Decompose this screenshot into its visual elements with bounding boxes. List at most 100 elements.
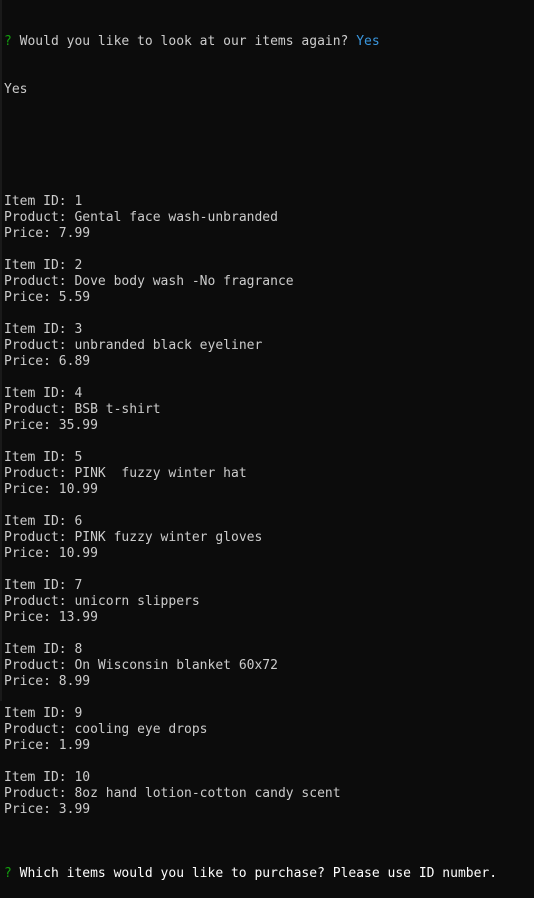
item-product-line: Product: unbranded black eyeliner bbox=[4, 338, 534, 354]
item-product-line-value: Dove body wash -No fragrance bbox=[74, 274, 294, 289]
answer-text: Yes bbox=[356, 34, 380, 49]
item-price-line: Price: 7.99 bbox=[4, 226, 534, 242]
item-id-line-value: 7 bbox=[74, 578, 83, 593]
item-price-line-label: Price: bbox=[4, 226, 59, 241]
item-price-line-value: 6.89 bbox=[58, 354, 91, 369]
item-id-line-value: 3 bbox=[74, 322, 83, 337]
item-id-line-value: 9 bbox=[74, 706, 83, 721]
item-block: Item ID: 10 Product: 8oz hand lotion-cott… bbox=[4, 770, 534, 818]
item-product-line-value: BSB t-shirt bbox=[74, 402, 161, 417]
item-price-line-label: Price: bbox=[4, 674, 59, 689]
item-product-line-label: Product: bbox=[4, 402, 75, 417]
item-list: Item ID: 1 Product: Gental face wash-unbr… bbox=[4, 194, 534, 818]
item-id-line-label: Item ID: bbox=[4, 258, 75, 273]
item-price-line-label: Price: bbox=[4, 354, 59, 369]
item-block: Item ID: 4 Product: BSB t-shirt Price: 35.… bbox=[4, 386, 534, 450]
item-product-line: Product: 8oz hand lotion-cotton candy sc… bbox=[4, 786, 534, 802]
item-id-line-value: 10 bbox=[74, 770, 91, 785]
item-id-line-label: Item ID: bbox=[4, 322, 75, 337]
item-id-line-label: Item ID: bbox=[4, 578, 75, 593]
prompt-question-icon: ? bbox=[4, 34, 12, 49]
question-line-purchase[interactable]: ? Which items would you like to purchase… bbox=[4, 866, 534, 882]
item-product-line: Product: Gental face wash-unbranded bbox=[4, 210, 534, 226]
item-price-line-label: Price: bbox=[4, 418, 59, 433]
item-price-line-label: Price: bbox=[4, 802, 59, 817]
item-price-line-label: Price: bbox=[4, 482, 59, 497]
item-product-line: Product: unicorn slippers bbox=[4, 594, 534, 610]
item-product-line-value: On Wisconsin blanket 60x72 bbox=[74, 658, 278, 673]
item-id-line-label: Item ID: bbox=[4, 194, 75, 209]
item-price-line-label: Price: bbox=[4, 546, 59, 561]
item-price-line: Price: 10.99 bbox=[4, 482, 534, 498]
item-product-line: Product: cooling eye drops bbox=[4, 722, 534, 738]
item-block: Item ID: 8 Product: On Wisconsin blanket … bbox=[4, 642, 534, 706]
item-id-line-label: Item ID: bbox=[4, 706, 75, 721]
item-price-line: Price: 6.89 bbox=[4, 354, 534, 370]
item-price-line: Price: 35.99 bbox=[4, 418, 534, 434]
item-price-line-value: 10.99 bbox=[58, 546, 98, 561]
item-product-line: Product: On Wisconsin blanket 60x72 bbox=[4, 658, 534, 674]
item-product-line-label: Product: bbox=[4, 274, 75, 289]
item-product-line-label: Product: bbox=[4, 530, 75, 545]
item-block: Item ID: 7 Product: unicorn slippers Price… bbox=[4, 578, 534, 642]
echo-line: Yes bbox=[4, 82, 28, 97]
prompt-question-icon: ? bbox=[4, 866, 12, 881]
item-block: Item ID: 3 Product: unbranded black eyeli… bbox=[4, 322, 534, 386]
item-id-line: Item ID: 8 bbox=[4, 642, 534, 658]
question-line-look-again: ? Would you like to look at our items ag… bbox=[4, 34, 534, 50]
item-block: Item ID: 1 Product: Gental face wash-unbr… bbox=[4, 194, 534, 258]
item-product-line-value: Gental face wash-unbranded bbox=[74, 210, 278, 225]
item-id-line-value: 4 bbox=[74, 386, 83, 401]
item-price-line-label: Price: bbox=[4, 738, 59, 753]
item-product-line-label: Product: bbox=[4, 210, 75, 225]
item-id-line-label: Item ID: bbox=[4, 642, 75, 657]
item-product-line: Product: Dove body wash -No fragrance bbox=[4, 274, 534, 290]
item-id-line: Item ID: 10 bbox=[4, 770, 534, 786]
question-text: Which items would you like to purchase? … bbox=[19, 866, 498, 881]
item-id-line-value: 1 bbox=[74, 194, 83, 209]
item-product-line-label: Product: bbox=[4, 466, 75, 481]
item-id-line-label: Item ID: bbox=[4, 386, 75, 401]
item-price-line: Price: 3.99 bbox=[4, 802, 534, 818]
item-product-line: Product: BSB t-shirt bbox=[4, 402, 534, 418]
terminal-window[interactable]: ? Would you like to look at our items ag… bbox=[0, 0, 534, 881]
item-id-line-label: Item ID: bbox=[4, 514, 75, 529]
item-product-line-value: PINK fuzzy winter hat bbox=[74, 466, 247, 481]
item-product-line-value: unicorn slippers bbox=[74, 594, 200, 609]
item-price-line: Price: 8.99 bbox=[4, 674, 534, 690]
item-id-line: Item ID: 9 bbox=[4, 706, 534, 722]
item-product-line-value: 8oz hand lotion-cotton candy scent bbox=[74, 786, 341, 801]
item-price-line-value: 1.99 bbox=[58, 738, 91, 753]
item-block: Item ID: 6 Product: PINK fuzzy winter glo… bbox=[4, 514, 534, 578]
item-id-line: Item ID: 7 bbox=[4, 578, 534, 594]
item-product-line-label: Product: bbox=[4, 786, 75, 801]
item-price-line-value: 13.99 bbox=[58, 610, 98, 625]
item-id-line-value: 6 bbox=[74, 514, 83, 529]
item-id-line: Item ID: 2 bbox=[4, 258, 534, 274]
item-id-line-value: 8 bbox=[74, 642, 83, 657]
item-price-line-value: 7.99 bbox=[58, 226, 91, 241]
item-block: Item ID: 5 Product: PINK fuzzy winter hat… bbox=[4, 450, 534, 514]
item-price-line-label: Price: bbox=[4, 290, 59, 305]
item-price-line: Price: 5.59 bbox=[4, 290, 534, 306]
item-product-line-value: PINK fuzzy winter gloves bbox=[74, 530, 263, 545]
item-block: Item ID: 9 Product: cooling eye drops Pric… bbox=[4, 706, 534, 770]
item-id-line: Item ID: 4 bbox=[4, 386, 534, 402]
item-price-line-value: 3.99 bbox=[58, 802, 91, 817]
item-price-line-label: Price: bbox=[4, 610, 59, 625]
item-price-line-value: 10.99 bbox=[58, 482, 98, 497]
item-product-line-label: Product: bbox=[4, 338, 75, 353]
item-product-line-label: Product: bbox=[4, 594, 75, 609]
question-text: Would you like to look at our items agai… bbox=[19, 34, 349, 49]
item-product-line-value: unbranded black eyeliner bbox=[74, 338, 263, 353]
item-id-line-label: Item ID: bbox=[4, 770, 75, 785]
item-price-line-value: 5.59 bbox=[58, 290, 91, 305]
